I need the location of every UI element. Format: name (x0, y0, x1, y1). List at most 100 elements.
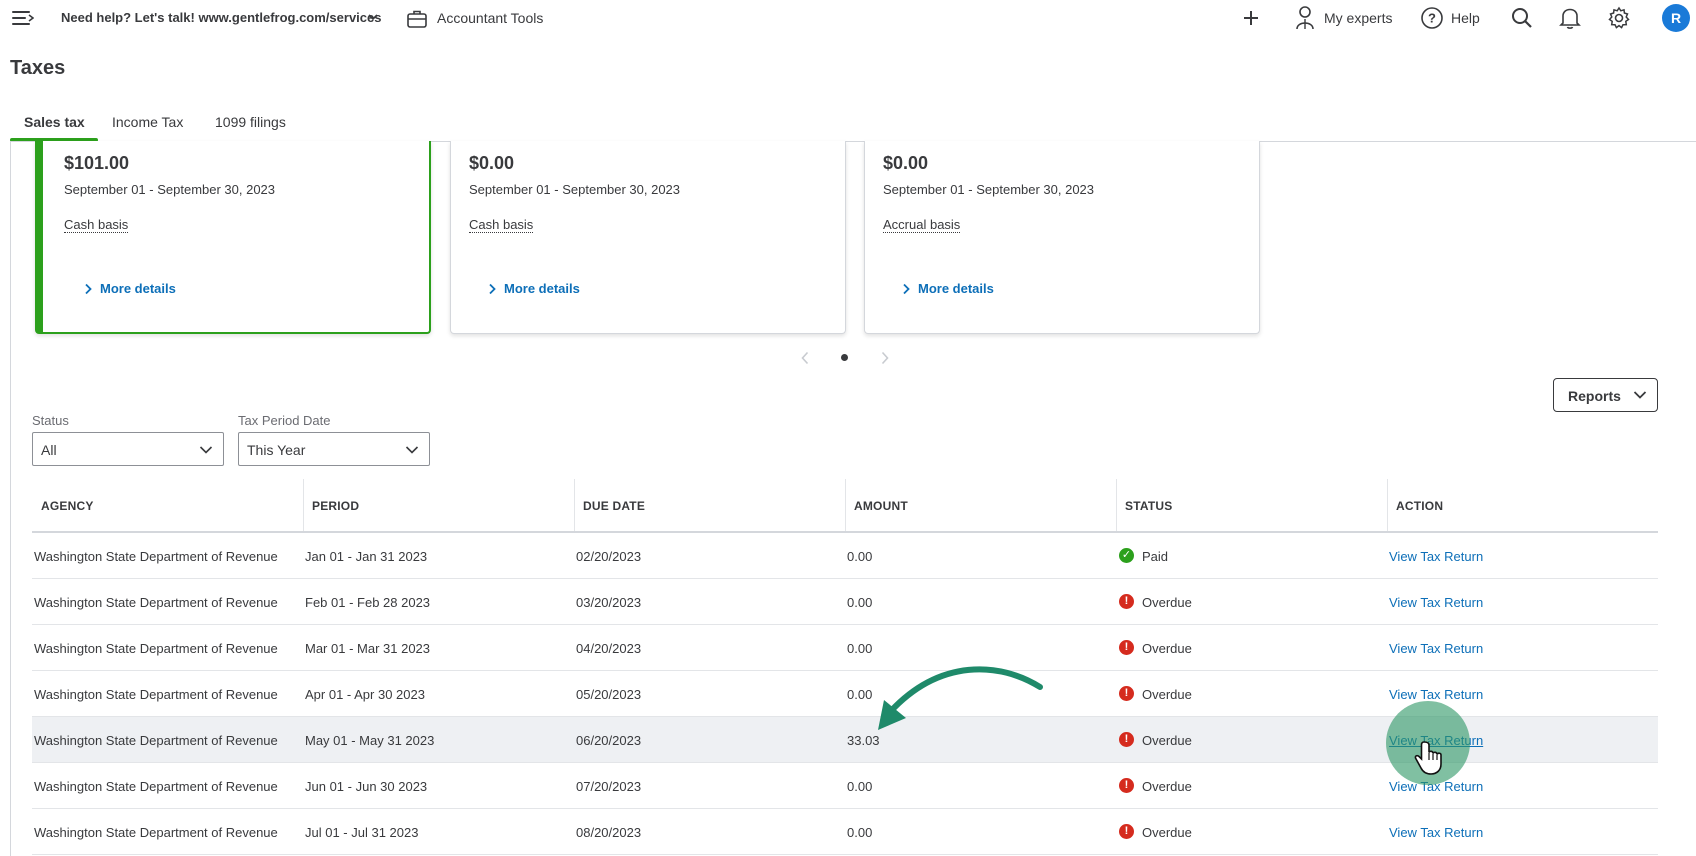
column-divider (1116, 479, 1117, 531)
tax-summary-card-3[interactable]: $0.00 September 01 - September 30, 2023 … (864, 141, 1260, 334)
help-icon[interactable]: ? (1420, 6, 1444, 30)
tax-summary-card-1[interactable]: $101.00 September 01 - September 30, 202… (35, 141, 431, 334)
period-cell: May 01 - May 31 2023 (305, 733, 435, 748)
card-basis[interactable]: Cash basis (469, 217, 534, 233)
due-date-cell: 08/20/2023 (576, 825, 642, 840)
avatar[interactable]: R (1662, 4, 1690, 32)
alert-icon: ! (1119, 778, 1134, 793)
amount-cell: 0.00 (847, 549, 873, 564)
table-row: Washington State Department of Revenue M… (32, 625, 1658, 671)
check-icon: ✓ (1119, 548, 1134, 563)
chevron-down-icon (199, 446, 213, 454)
card-period: September 01 - September 30, 2023 (469, 182, 681, 197)
tax-period-filter-select[interactable]: This Year (238, 432, 430, 466)
card-basis[interactable]: Cash basis (64, 217, 129, 233)
help-link[interactable]: Help (1451, 10, 1480, 26)
due-date-cell: 06/20/2023 (576, 733, 642, 748)
tab-sales-tax[interactable]: Sales tax (24, 114, 85, 130)
bell-icon[interactable] (1559, 6, 1581, 30)
reports-button[interactable]: Reports (1553, 378, 1658, 412)
top-bar: Need help? Let's talk! www.gentlefrog.co… (0, 0, 1696, 38)
chevron-down-icon (1633, 391, 1647, 399)
table-row: Washington State Department of Revenue J… (32, 533, 1658, 579)
column-header-period[interactable]: PERIOD (312, 499, 359, 513)
chevron-down-icon (405, 446, 419, 454)
status-cell: Overdue (1142, 641, 1192, 656)
card-amount: $0.00 (883, 153, 929, 173)
more-details-link[interactable]: More details (100, 281, 176, 296)
card-basis[interactable]: Accrual basis (883, 217, 961, 233)
chevron-right-icon (489, 283, 496, 295)
status-filter-select[interactable]: All (32, 432, 224, 466)
alert-icon: ! (1119, 732, 1134, 747)
tax-period-filter-label: Tax Period Date (238, 413, 331, 428)
experts-icon[interactable] (1294, 5, 1316, 31)
view-tax-return-link[interactable]: View Tax Return (1389, 779, 1483, 794)
column-header-action[interactable]: ACTION (1396, 499, 1443, 513)
amount-cell: 0.00 (847, 779, 873, 794)
due-date-cell: 03/20/2023 (576, 595, 642, 610)
more-details-link[interactable]: More details (504, 281, 580, 296)
help-services-link[interactable]: Need help? Let's talk! www.gentlefrog.co… (61, 10, 381, 25)
chevron-down-icon[interactable] (367, 11, 379, 23)
chevron-left-icon[interactable] (800, 351, 810, 365)
column-divider (1387, 479, 1388, 531)
search-icon[interactable] (1510, 6, 1534, 30)
alert-icon: ! (1119, 594, 1134, 609)
view-tax-return-link[interactable]: View Tax Return (1389, 825, 1483, 840)
briefcase-icon[interactable] (406, 8, 428, 30)
amount-cell: 33.03 (847, 733, 880, 748)
card-amount: $0.00 (469, 153, 515, 173)
status-filter-label: Status (32, 413, 69, 428)
agency-cell: Washington State Department of Revenue (34, 733, 278, 748)
period-cell: Feb 01 - Feb 28 2023 (305, 595, 431, 610)
status-filter-value: All (41, 442, 57, 458)
amount-cell: 0.00 (847, 825, 873, 840)
carousel-dot[interactable] (841, 354, 848, 361)
column-header-amount[interactable]: AMOUNT (854, 499, 908, 513)
tab-income-tax[interactable]: Income Tax (112, 114, 183, 130)
view-tax-return-link[interactable]: View Tax Return (1389, 733, 1483, 748)
card-amount: $101.00 (64, 153, 130, 173)
accountant-tools-link[interactable]: Accountant Tools (437, 10, 543, 26)
view-tax-return-link[interactable]: View Tax Return (1389, 641, 1483, 656)
amount-cell: 0.00 (847, 641, 873, 656)
agency-cell: Washington State Department of Revenue (34, 549, 278, 564)
table-row: Washington State Department of Revenue M… (32, 717, 1658, 763)
gear-icon[interactable] (1607, 6, 1631, 30)
table-row: Washington State Department of Revenue A… (32, 671, 1658, 717)
agency-cell: Washington State Department of Revenue (34, 595, 278, 610)
column-divider (845, 479, 846, 531)
reports-button-label: Reports (1568, 388, 1621, 404)
tax-summary-card-2[interactable]: $0.00 September 01 - September 30, 2023 … (450, 141, 846, 334)
period-cell: Jul 01 - Jul 31 2023 (305, 825, 419, 840)
card-period: September 01 - September 30, 2023 (883, 182, 1095, 197)
column-header-agency[interactable]: AGENCY (41, 499, 94, 513)
period-cell: Apr 01 - Apr 30 2023 (305, 687, 425, 702)
period-cell: Mar 01 - Mar 31 2023 (305, 641, 431, 656)
due-date-cell: 04/20/2023 (576, 641, 642, 656)
column-divider (574, 479, 575, 531)
view-tax-return-link[interactable]: View Tax Return (1389, 687, 1483, 702)
chevron-right-icon[interactable] (880, 351, 890, 365)
column-header-due-date[interactable]: DUE DATE (583, 499, 645, 513)
my-experts-link[interactable]: My experts (1324, 10, 1392, 26)
agency-cell: Washington State Department of Revenue (34, 687, 278, 702)
status-cell: Overdue (1142, 825, 1192, 840)
card-period: September 01 - September 30, 2023 (64, 182, 276, 197)
amount-cell: 0.00 (847, 595, 873, 610)
status-cell: Paid (1142, 549, 1169, 564)
agency-cell: Washington State Department of Revenue (34, 825, 278, 840)
view-tax-return-link[interactable]: View Tax Return (1389, 595, 1483, 610)
status-cell: Overdue (1142, 779, 1192, 794)
tax-period-filter-value: This Year (247, 442, 306, 458)
tab-1099-filings[interactable]: 1099 filings (215, 114, 286, 130)
agency-cell: Washington State Department of Revenue (34, 779, 278, 794)
more-details-link[interactable]: More details (918, 281, 994, 296)
column-header-status[interactable]: STATUS (1125, 499, 1172, 513)
due-date-cell: 07/20/2023 (576, 779, 642, 794)
menu-icon[interactable] (12, 9, 34, 27)
table-row: Washington State Department of Revenue J… (32, 809, 1658, 855)
view-tax-return-link[interactable]: View Tax Return (1389, 549, 1483, 564)
plus-icon[interactable] (1240, 7, 1262, 29)
